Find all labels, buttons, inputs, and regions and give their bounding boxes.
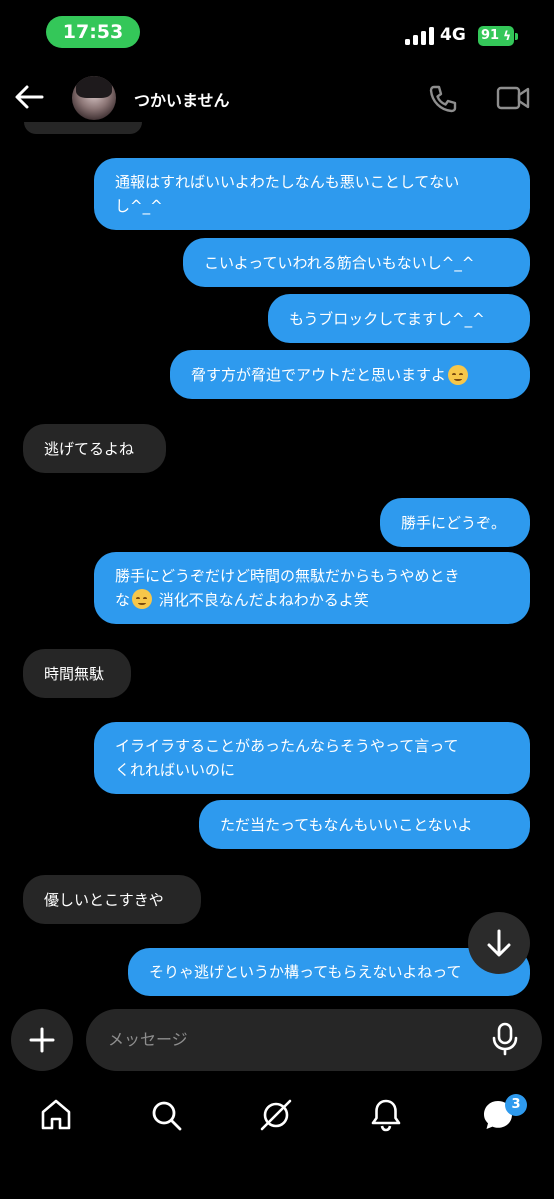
message-sent[interactable]: 勝手にどうぞ。: [380, 498, 530, 547]
phone-icon: [429, 85, 457, 113]
home-icon[interactable]: [38, 1097, 74, 1133]
messages-badge: 3: [505, 1094, 527, 1116]
battery-level: 91: [481, 28, 500, 43]
message-input-placeholder: メッセージ: [108, 1030, 188, 1049]
message-sent[interactable]: もうブロックしてますし^_^: [268, 294, 530, 343]
video-camera-icon: [496, 86, 530, 110]
cellular-signal-icon: [405, 27, 435, 45]
arrow-down-icon: [487, 929, 511, 957]
avatar[interactable]: [72, 76, 116, 120]
status-time: 17:53: [46, 16, 140, 48]
scroll-to-bottom-button[interactable]: [468, 912, 530, 974]
message-received[interactable]: 優しいとこすきや: [23, 875, 201, 924]
message-sent[interactable]: 脅す方が脅迫でアウトだと思いますよ: [170, 350, 530, 399]
notifications-icon[interactable]: [368, 1097, 404, 1133]
battery-cap: [515, 33, 518, 40]
chat-header: つかいません: [0, 70, 554, 126]
search-icon[interactable]: [148, 1097, 184, 1133]
message-sent[interactable]: イライラすることがあったんならそうやって言って くれればいいのに: [94, 722, 530, 794]
explore-icon[interactable]: [258, 1097, 294, 1133]
relieved-face-icon: [132, 589, 153, 609]
call-button[interactable]: [428, 84, 458, 114]
add-attachment-button[interactable]: [11, 1009, 73, 1071]
video-call-button[interactable]: [496, 84, 530, 112]
battery-icon: 91 ϟ: [478, 26, 514, 46]
message-sent[interactable]: 勝手にどうぞだけど時間の無駄だからもうやめときな 消化不良なんだよねわかるよ笑: [94, 552, 530, 624]
back-button[interactable]: [12, 82, 46, 112]
network-type: 4G: [440, 25, 466, 45]
message-received[interactable]: 逃げてるよね: [23, 424, 166, 473]
message-sent[interactable]: こいよっていわれる筋合いもないし^_^: [183, 238, 530, 287]
message-sent[interactable]: ただ当たってもなんもいいことないよ: [199, 800, 530, 849]
microphone-icon: [492, 1022, 518, 1056]
previous-message-bubble: [24, 122, 142, 134]
message-sent[interactable]: 通報はすればいいよわたしなんも悪いことしてない し^_^: [94, 158, 530, 230]
contact-name[interactable]: つかいません: [134, 87, 230, 111]
message-received[interactable]: 時間無駄: [23, 649, 131, 698]
status-bar: 17:53 4G 91 ϟ: [0, 0, 554, 60]
relieved-face-icon: [448, 364, 469, 385]
arrow-left-icon: [15, 85, 44, 109]
microphone-button[interactable]: [490, 1022, 520, 1056]
plus-icon: [29, 1027, 55, 1053]
